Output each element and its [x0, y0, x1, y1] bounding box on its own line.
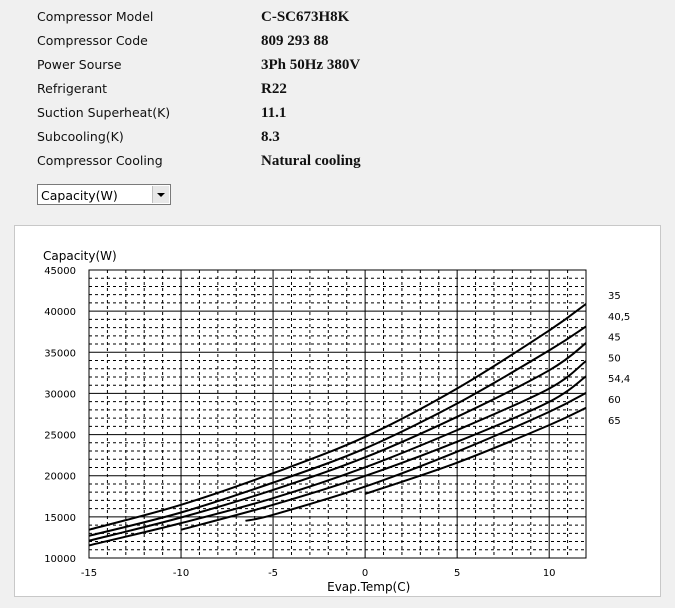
y-tick-label: 30000 [44, 389, 76, 400]
plot-frame [88, 269, 587, 559]
y-tick-label: 10000 [44, 554, 76, 565]
x-tick-label: 10 [543, 568, 556, 579]
y-tick-label: 15000 [44, 513, 76, 524]
legend-entry: 54,4 [608, 374, 630, 385]
y-axis-label: Capacity(W) [43, 249, 117, 263]
y-tick-label: 40000 [44, 307, 76, 318]
y-tick-label: 20000 [44, 472, 76, 483]
x-tick-label: -15 [81, 568, 97, 579]
legend-entry: 60 [608, 395, 621, 406]
x-tick-label: 0 [362, 568, 368, 579]
y-tick-label: 45000 [44, 266, 76, 277]
x-axis-label: Evap.Temp(C) [327, 580, 410, 594]
legend-entry: 65 [608, 416, 621, 427]
x-tick-label: 5 [454, 568, 460, 579]
legend-entry: 40,5 [608, 312, 630, 323]
legend-entry: 35 [608, 291, 621, 302]
x-tick-label: -10 [173, 568, 189, 579]
chart: -15 -10 -5 0 5 10 10000 15000 20000 25000 30000 350… [43, 249, 630, 594]
x-tick-label: -5 [268, 568, 278, 579]
series-line-40,5 [88, 325, 587, 537]
legend-entry: 45 [608, 333, 621, 344]
y-tick-label: 25000 [44, 431, 76, 442]
y-tick-label: 35000 [44, 348, 76, 359]
legend-entry: 50 [608, 353, 621, 364]
